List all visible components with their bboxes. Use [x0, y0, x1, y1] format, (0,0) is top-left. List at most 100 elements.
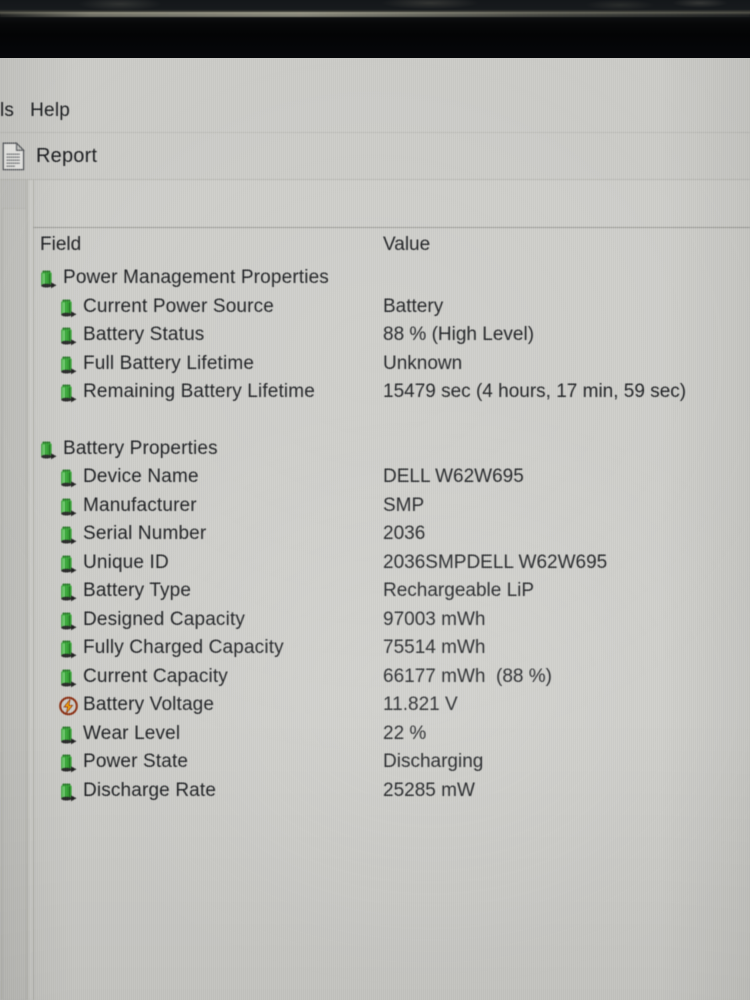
grid-header-row: Field Value: [33, 226, 750, 264]
battery-icon: [58, 581, 79, 603]
row-field-label: Power State: [83, 751, 189, 773]
row-field-label: Unique ID: [83, 551, 169, 573]
laptop-bezel: [0, 0, 750, 58]
menu-bar: ls Help: [0, 58, 750, 132]
menu-item-tools[interactable]: ls: [0, 100, 14, 122]
menu-item-help[interactable]: Help: [30, 100, 70, 122]
table-row[interactable]: Designed Capacity 97003 mWh: [33, 606, 750, 635]
column-header-value[interactable]: Value: [383, 234, 430, 256]
report-grid: Field Value Power Management Properties C…: [33, 180, 750, 1000]
table-row[interactable]: Battery Voltage 11.821 V: [33, 691, 750, 720]
row-field-cell: Remaining Battery Lifetime: [58, 381, 315, 403]
pane-splitter[interactable]: [26, 180, 33, 1000]
battery-icon: [58, 467, 79, 489]
row-field-label: Battery Status: [83, 324, 205, 346]
row-field-cell: Designed Capacity: [58, 609, 245, 631]
row-field-label: Discharge Rate: [83, 779, 217, 801]
row-value-cell: Discharging: [383, 751, 484, 773]
table-row[interactable]: Discharge Rate 25285 mW: [33, 777, 750, 806]
report-button-label: Report: [36, 144, 98, 167]
row-field-cell: Battery Type: [58, 580, 191, 602]
row-field-cell: Unique ID: [58, 552, 169, 574]
row-field-label: Fully Charged Capacity: [83, 637, 284, 659]
grid-rows: Power Management Properties Current Power…: [33, 264, 750, 805]
row-field-label: Battery Type: [83, 580, 192, 602]
row-field-cell: Battery Status: [58, 324, 204, 346]
group-header-row[interactable]: Power Management Properties: [33, 264, 750, 293]
left-navigation-pane[interactable]: [0, 180, 27, 1000]
row-field-label: Remaining Battery Lifetime: [83, 381, 316, 403]
table-row[interactable]: Wear Level 22 %: [33, 720, 750, 749]
row-field-label: Current Power Source: [83, 295, 274, 317]
row-value-cell: 15479 sec (4 hours, 17 min, 59 sec): [383, 381, 687, 403]
table-row[interactable]: Device Name DELL W62W695: [33, 463, 750, 492]
row-value-cell: SMP: [383, 494, 425, 516]
field-group: Power Management Properties Current Power…: [33, 264, 750, 407]
row-field-label: Device Name: [83, 466, 199, 488]
toolbar: Report: [0, 133, 750, 179]
report-button[interactable]: Report: [0, 137, 107, 175]
table-row[interactable]: Current Power Source Battery: [33, 293, 750, 322]
row-value-cell: Battery: [383, 295, 444, 317]
photo-of-laptop-screen: ls Help Report Field Value Power Managem…: [0, 0, 750, 1000]
table-row[interactable]: Unique ID 2036SMPDELL W62W695: [33, 549, 750, 578]
bezel-highlight-line: [0, 12, 750, 17]
row-field-label: Serial Number: [83, 523, 207, 545]
table-row[interactable]: Fully Charged Capacity 75514 mWh: [33, 634, 750, 663]
table-row[interactable]: Serial Number 2036: [33, 520, 750, 549]
battery-icon: [58, 354, 79, 376]
row-field-cell: Power State: [58, 751, 188, 773]
row-field-cell: Battery Voltage: [58, 694, 214, 716]
row-field-label: Full Battery Lifetime: [83, 352, 255, 374]
row-field-label: Power Management Properties: [63, 267, 329, 289]
battery-icon: [58, 752, 79, 774]
row-field-cell: Current Power Source: [58, 296, 274, 318]
battery-icon: [58, 496, 79, 518]
row-field-label: Wear Level: [83, 722, 181, 744]
field-group: Battery Properties Device Name DELL W62W69…: [33, 435, 750, 806]
battery-icon: [58, 325, 79, 347]
row-value-cell: 97003 mWh: [383, 608, 486, 630]
row-field-cell: Current Capacity: [58, 666, 228, 688]
row-field-cell: Serial Number: [58, 523, 206, 545]
row-field-label: Battery Properties: [63, 437, 218, 459]
row-field-cell: Manufacturer: [58, 495, 197, 517]
row-value-cell: 25285 mW: [383, 779, 475, 801]
battery-icon: [58, 382, 79, 404]
battery-icon: [58, 667, 79, 689]
row-field-cell: Discharge Rate: [58, 780, 216, 802]
row-value-cell: Rechargeable LiP: [383, 580, 535, 602]
row-value-cell: 75514 mWh: [383, 637, 486, 659]
table-row[interactable]: Battery Status 88 % (High Level): [33, 321, 750, 350]
table-row[interactable]: Remaining Battery Lifetime 15479 sec (4 h…: [33, 378, 750, 407]
menu-bar-items: ls Help: [0, 100, 86, 122]
row-field-label: Battery Voltage: [83, 694, 215, 716]
row-field-cell: Wear Level: [58, 723, 180, 745]
left-pane-tree[interactable]: [2, 208, 27, 999]
battery-icon: [58, 524, 79, 546]
battery-icon: [58, 610, 79, 632]
table-row[interactable]: Battery Type Rechargeable LiP: [33, 577, 750, 606]
row-field-cell: Device Name: [58, 466, 199, 488]
row-field-cell: Full Battery Lifetime: [58, 353, 254, 375]
column-header-field[interactable]: Field: [40, 234, 81, 256]
table-row[interactable]: Full Battery Lifetime Unknown: [33, 350, 750, 379]
row-value-cell: DELL W62W695: [383, 466, 524, 488]
row-field-cell: Power Management Properties: [38, 267, 329, 289]
battery-icon: [58, 781, 79, 803]
table-row[interactable]: Manufacturer SMP: [33, 492, 750, 521]
row-value-cell: 22 %: [383, 722, 427, 744]
battery-icon: [58, 297, 79, 319]
row-value-cell: 11.821 V: [383, 694, 458, 716]
battery-icon: [38, 439, 59, 461]
row-field-cell: Battery Properties: [38, 438, 218, 460]
document-icon: [2, 141, 25, 171]
battery-icon: [38, 268, 59, 290]
row-field-label: Manufacturer: [83, 494, 197, 516]
row-value-cell: Unknown: [383, 352, 463, 374]
row-field-label: Current Capacity: [83, 665, 228, 687]
table-row[interactable]: Current Capacity 66177 mWh (88 %): [33, 663, 750, 692]
row-value-cell: 2036: [383, 523, 426, 545]
group-header-row[interactable]: Battery Properties: [33, 435, 750, 464]
table-row[interactable]: Power State Discharging: [33, 748, 750, 777]
